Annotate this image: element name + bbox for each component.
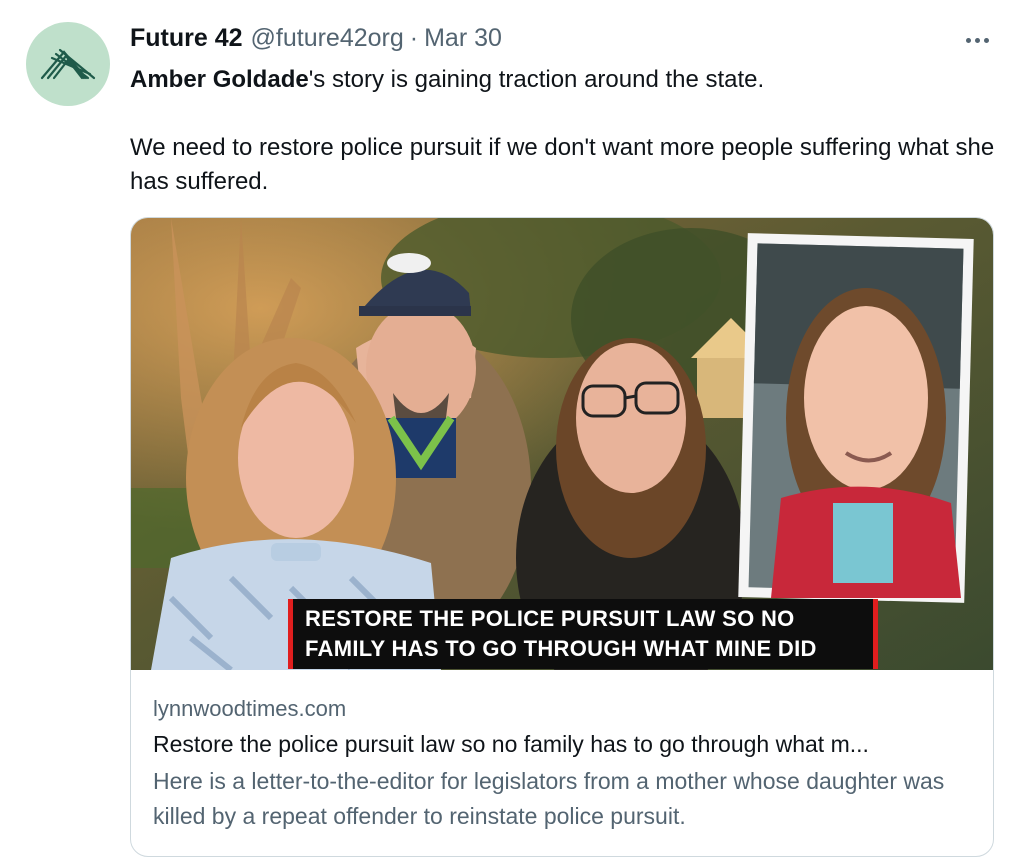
chyron-line-2: FAMILY HAS TO GO THROUGH WHAT MINE DID (305, 636, 817, 661)
more-options-button[interactable] (960, 26, 994, 54)
future42-logo-icon (40, 48, 96, 80)
link-card[interactable]: RESTORE THE POLICE PURSUIT LAW SO NO FAM… (130, 217, 994, 857)
tweet-paragraph-1: Amber Goldade's story is gaining tractio… (130, 63, 1000, 97)
display-name[interactable]: Future 42 (130, 24, 243, 53)
avatar[interactable] (26, 22, 110, 106)
user-handle[interactable]: @future42org (251, 24, 404, 53)
tweet-paragraph-2: We need to restore police pursuit if we … (130, 134, 995, 195)
card-info[interactable]: lynnwoodtimes.com Restore the police pur… (153, 692, 983, 834)
separator-dot: · (409, 24, 419, 52)
tweet-line1-rest: 's story is gaining traction around the … (308, 66, 765, 93)
mentioned-name: Amber Goldade (130, 66, 309, 93)
chyron-line-1: RESTORE THE POLICE PURSUIT LAW SO NO (305, 606, 795, 631)
more-horizontal-icon (974, 37, 980, 43)
tweet[interactable]: Future 42 @future42org · Mar 30 Amber Go… (0, 0, 1024, 862)
more-horizontal-icon (983, 37, 989, 43)
tweet-header: Future 42 @future42org · Mar 30 (130, 24, 502, 58)
card-description[interactable]: Here is a letter-to-the-editor for legis… (153, 764, 983, 834)
inset-photo (738, 233, 974, 603)
card-title[interactable]: Restore the police pursuit law so no fam… (153, 726, 983, 762)
tweet-date[interactable]: Mar 30 (424, 24, 502, 53)
more-horizontal-icon (965, 37, 971, 43)
news-chyron: RESTORE THE POLICE PURSUIT LAW SO NO FAM… (288, 599, 878, 669)
card-domain[interactable]: lynnwoodtimes.com (153, 692, 983, 726)
tweet-text: Amber Goldade's story is gaining tractio… (130, 63, 1000, 199)
card-image[interactable]: RESTORE THE POLICE PURSUIT LAW SO NO FAM… (131, 218, 993, 670)
